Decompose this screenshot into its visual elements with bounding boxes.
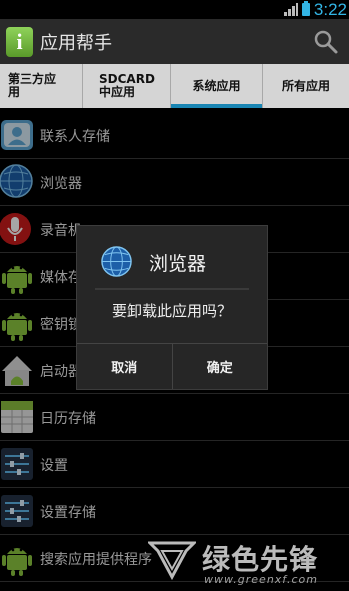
- cancel-button[interactable]: 取消: [77, 344, 172, 389]
- search-icon[interactable]: [313, 29, 339, 55]
- status-icons: 3:22: [283, 0, 349, 19]
- tab-sdcard-apps[interactable]: SDCARD 中应用: [82, 64, 170, 108]
- globe-icon: [101, 246, 132, 277]
- tab-bar: 第三方应 用 SDCARD 中应用 系统应用 所有应用: [0, 64, 349, 108]
- tab-label: 中应用: [99, 85, 136, 99]
- dialog-divider: [95, 288, 249, 290]
- tab-label: 系统应用: [192, 78, 241, 93]
- action-bar: i 应用帮手: [0, 19, 349, 64]
- dialog-button-bar: 取消 确定: [77, 343, 267, 389]
- watermark-logo-icon: [148, 541, 196, 581]
- dialog-message: 要卸载此应用吗？: [111, 302, 232, 320]
- dialog-header: 浏览器: [77, 226, 267, 288]
- app-info-icon[interactable]: i: [6, 26, 33, 57]
- confirm-button[interactable]: 确定: [171, 344, 268, 389]
- battery-icon: [301, 1, 310, 16]
- tab-label: 所有应用: [281, 78, 330, 93]
- app-title: 应用帮手: [40, 32, 112, 54]
- status-bar: 3:22: [0, 0, 349, 19]
- signal-icon: [283, 3, 298, 16]
- uninstall-dialog: 浏览器 要卸载此应用吗？ 取消 确定: [76, 225, 268, 390]
- tab-third-party-apps[interactable]: 第三方应 用: [0, 64, 82, 108]
- tab-all-apps[interactable]: 所有应用: [262, 64, 349, 108]
- status-clock: 3:22: [313, 0, 347, 19]
- watermark-url: www.greenxf.com: [204, 573, 318, 586]
- watermark: 绿色先锋 www.greenxf.com: [148, 535, 348, 591]
- tab-label: 用: [8, 85, 21, 99]
- dialog-title: 浏览器: [149, 253, 207, 275]
- watermark-title: 绿色先锋: [202, 543, 319, 576]
- tab-system-apps[interactable]: 系统应用: [170, 64, 262, 108]
